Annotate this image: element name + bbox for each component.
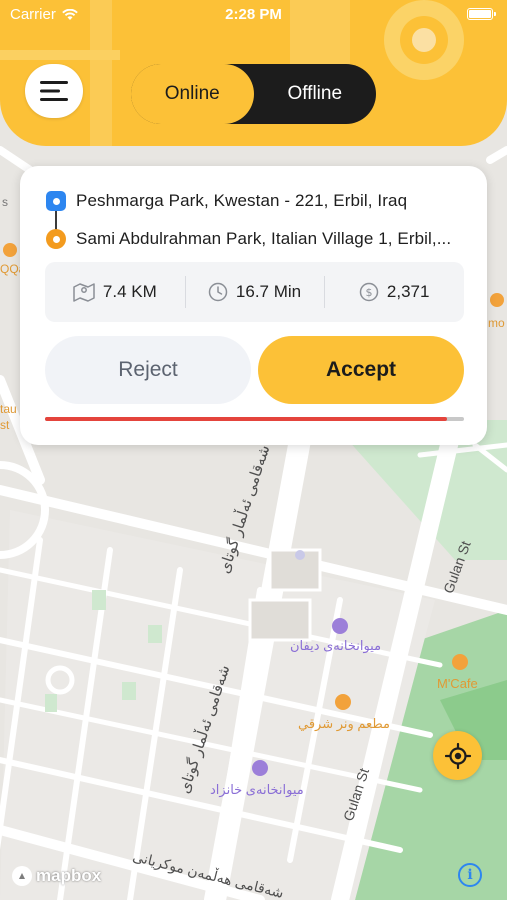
mapbox-icon [12, 866, 32, 886]
reject-button[interactable]: Reject [45, 336, 251, 404]
mapbox-wordmark: mapbox [36, 866, 102, 885]
map-poi-label: میوانخانەی خانزاد [210, 782, 304, 797]
distance-stat: 7.4 KM [45, 282, 185, 302]
map-edge-label: s [2, 195, 8, 209]
dollar-icon: $ [359, 282, 379, 302]
mapbox-logo[interactable]: mapbox [12, 866, 101, 886]
crosshair-icon [444, 742, 471, 769]
map-poi-label: M'Cafe [437, 676, 478, 691]
locate-me-button[interactable] [433, 731, 482, 780]
hamburger-menu-icon [40, 81, 68, 101]
duration-stat: 16.7 Min [184, 276, 325, 308]
battery-icon [467, 8, 496, 20]
pickup-address: Peshmarga Park, Kwestan - 221, Erbil, Ir… [76, 191, 408, 210]
online-option[interactable]: Online [131, 64, 254, 124]
request-timer-fill [45, 417, 448, 421]
distance-value: 7.4 KM [102, 282, 157, 301]
fare-value: 2,371 [386, 282, 430, 301]
dropoff-address: Sami Abdulrahman Park, Italian Village 1… [76, 229, 452, 248]
top-header: Carrier 2:28 PM Online Offline [0, 0, 507, 146]
map-icon [73, 283, 95, 302]
map-edge-label: tau [0, 402, 17, 416]
trip-stats: 7.4 KM 16.7 Min $ 2,371 [45, 262, 464, 322]
map-edge-label: mo [488, 316, 505, 330]
accept-button[interactable]: Accept [258, 336, 464, 404]
clock-icon [208, 282, 228, 302]
status-bar: Carrier 2:28 PM [0, 0, 507, 30]
clock: 2:28 PM [225, 6, 282, 23]
map-poi-label: میوانخانەی دیفان [290, 638, 382, 653]
online-offline-toggle[interactable]: Online Offline [131, 64, 376, 124]
dropoff-pin-icon [46, 229, 66, 249]
svg-text:$: $ [365, 286, 372, 299]
offline-option[interactable]: Offline [254, 64, 377, 124]
map-poi-label: مطعم ونر شرقي [298, 716, 390, 731]
fare-stat: $ 2,371 [324, 276, 464, 308]
request-timer-bar [45, 417, 464, 421]
pickup-pin-icon [46, 191, 66, 211]
duration-value: 16.7 Min [235, 282, 302, 301]
map-edge-label: st [0, 418, 10, 432]
trip-request-card: Peshmarga Park, Kwestan - 221, Erbil, Ir… [20, 166, 487, 445]
menu-button[interactable] [25, 64, 83, 118]
attribution-info-icon[interactable]: i [458, 863, 482, 887]
